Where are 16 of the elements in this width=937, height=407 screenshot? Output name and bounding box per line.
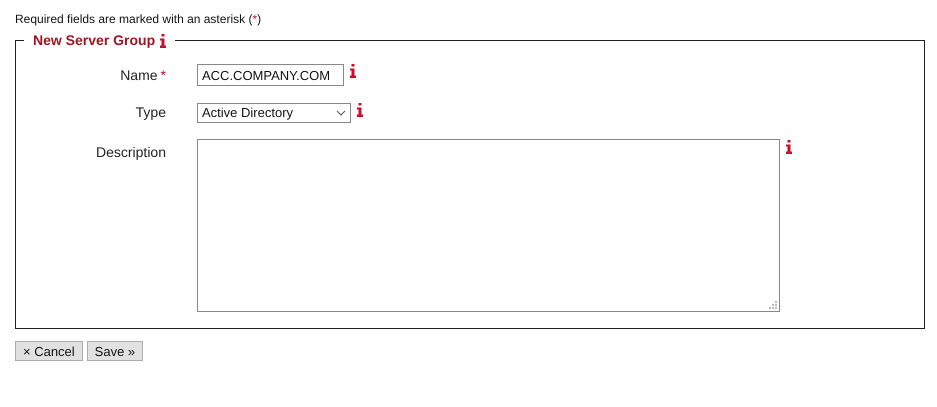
info-icon[interactable] [357, 102, 363, 116]
info-icon[interactable] [350, 64, 356, 78]
resize-handle-icon[interactable] [769, 301, 777, 309]
type-dropdown[interactable]: Active Directory [197, 102, 351, 122]
form-button[interactable]: × Cancel [15, 341, 83, 361]
field-label: Name [120, 66, 158, 84]
required-note: Required fields are marked with an asterisk (*) [15, 11, 262, 28]
field-label: Description [96, 143, 166, 162]
chevron-icon [336, 110, 346, 116]
form-button[interactable]: Save » [86, 341, 144, 361]
field-label: Type [136, 103, 166, 122]
section-title: New Server Group [33, 31, 156, 50]
required-asterisk: * [160, 66, 166, 84]
name-input[interactable]: ACC.COMPANY.COM [197, 64, 344, 86]
info-icon[interactable] [786, 140, 792, 154]
info-icon[interactable] [160, 34, 166, 48]
